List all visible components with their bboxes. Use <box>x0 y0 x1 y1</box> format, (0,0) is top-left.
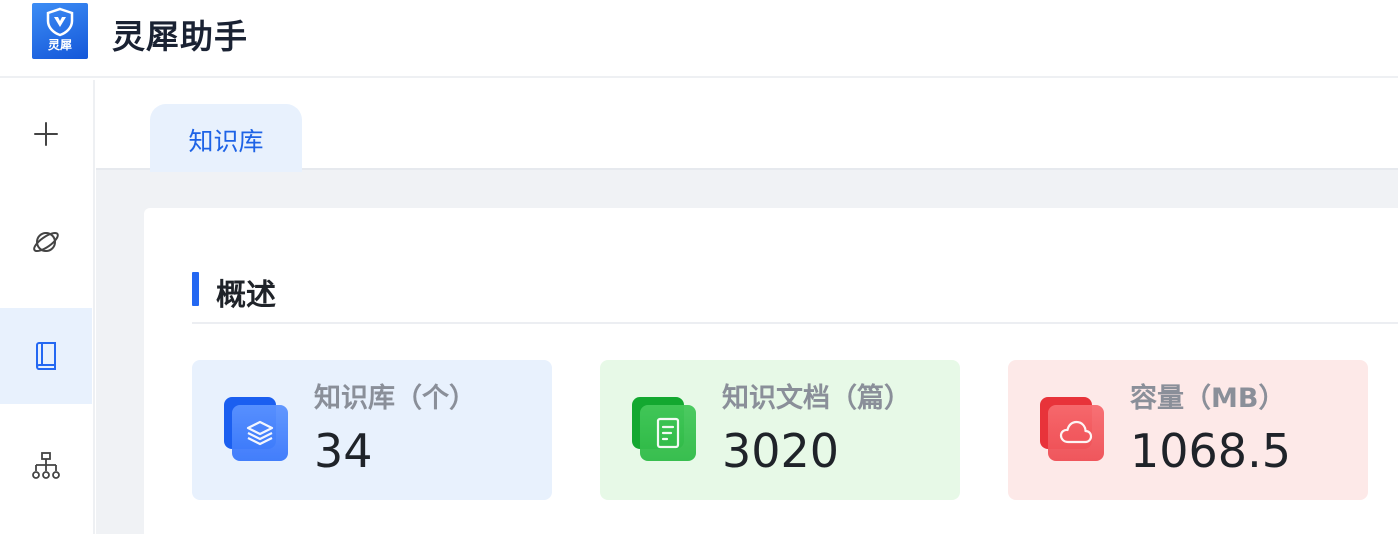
stat-card-knowledge-bases[interactable]: 知识库（个） 34 <box>192 360 552 500</box>
overview-panel: 概述 知识库（个） 34 知识文档（篇） 3020 容量（MB） 1068.5 <box>144 208 1398 534</box>
section-accent-bar <box>192 272 199 306</box>
tab-bar: 知识库 <box>96 80 1398 172</box>
main-content: 知识库 概述 知识库（个） 34 知识文档（篇） 3020 容量（MB） 106… <box>96 80 1398 534</box>
stat-value: 1068.5 <box>1130 424 1291 478</box>
sidebar <box>0 80 95 534</box>
sidebar-item-explore[interactable] <box>0 194 92 290</box>
plus-icon <box>34 122 58 146</box>
layers-icon <box>232 405 288 461</box>
sidebar-item-knowledge[interactable] <box>0 308 92 404</box>
document-icon <box>640 405 696 461</box>
planet-icon <box>33 231 59 253</box>
stat-value: 3020 <box>722 424 840 478</box>
stat-card-capacity[interactable]: 容量（MB） 1068.5 <box>1008 360 1368 500</box>
tab-label: 知识库 <box>188 127 264 156</box>
shield-logo-icon <box>46 7 74 37</box>
sidebar-item-structure[interactable] <box>0 418 92 514</box>
book-icon <box>36 342 56 370</box>
stat-value: 34 <box>314 424 373 478</box>
app-logo[interactable]: 灵犀 <box>32 3 88 59</box>
app-title: 灵犀助手 <box>112 17 248 56</box>
sitemap-icon <box>32 452 60 479</box>
section-title: 概述 <box>216 278 276 313</box>
app-header: 灵犀 灵犀助手 <box>0 0 1398 78</box>
cloud-icon <box>1048 405 1104 461</box>
tab-knowledge-base[interactable]: 知识库 <box>150 104 302 172</box>
stat-label: 容量（MB） <box>1130 383 1286 414</box>
section-divider <box>192 322 1398 324</box>
sidebar-item-new[interactable] <box>0 86 92 182</box>
stat-label: 知识文档（篇） <box>722 383 911 414</box>
stat-card-documents[interactable]: 知识文档（篇） 3020 <box>600 360 960 500</box>
stat-label: 知识库（个） <box>314 383 476 414</box>
logo-text: 灵犀 <box>47 38 72 52</box>
